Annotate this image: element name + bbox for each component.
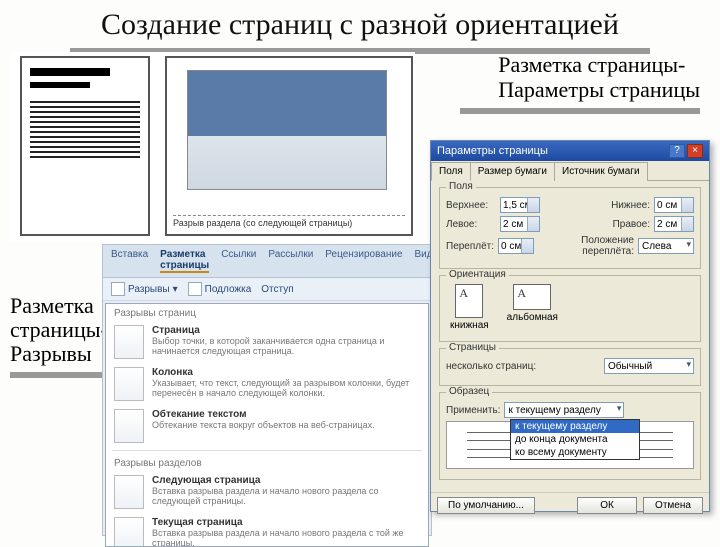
doc-image bbox=[187, 70, 387, 190]
right-input[interactable]: 2 см bbox=[654, 216, 694, 232]
menu-item-next-page[interactable]: Следующая страница Вставка разрыва разде… bbox=[106, 471, 428, 513]
subtitle-right: Разметка страницы-Параметры страницы bbox=[498, 52, 700, 103]
portrait-icon bbox=[455, 284, 483, 318]
tab-review[interactable]: Рецензирование bbox=[325, 249, 402, 273]
doc-page-landscape: Разрыв раздела (со следующей страницы) bbox=[165, 56, 413, 236]
left-input[interactable]: 2 см bbox=[500, 216, 540, 232]
orientation-landscape[interactable]: альбомная bbox=[507, 284, 558, 331]
multi-pages-combo[interactable]: Обычный bbox=[604, 358, 694, 374]
textwrap-icon bbox=[114, 409, 144, 443]
slide-title: Создание страниц с разной ориентацией bbox=[0, 0, 720, 46]
breaks-label: Разрывы bbox=[128, 284, 170, 295]
apply-option-all[interactable]: ко всему документу bbox=[511, 446, 639, 459]
tab-margins[interactable]: Поля bbox=[431, 162, 471, 181]
continuous-icon bbox=[114, 517, 144, 547]
breaks-icon bbox=[111, 282, 125, 296]
page-break-icon bbox=[114, 325, 144, 359]
orientation-fieldset: Ориентация книжная альбомная bbox=[439, 275, 701, 342]
orientation-portrait[interactable]: книжная bbox=[450, 284, 489, 331]
right-label: Правое: bbox=[596, 219, 650, 230]
menu-title: Следующая страница bbox=[152, 475, 420, 486]
indent-group: Отступ bbox=[261, 284, 293, 295]
preview-legend: Образец bbox=[446, 386, 492, 397]
ribbon: Вставка Разметка страницы Ссылки Рассылк… bbox=[102, 244, 432, 536]
ok-button[interactable]: ОК bbox=[577, 497, 637, 514]
gutter-label: Переплёт: bbox=[446, 241, 494, 252]
ribbon-row: Разрывы▾ Подложка Отступ bbox=[103, 278, 431, 301]
menu-item-page[interactable]: Страница Выбор точки, в которой заканчив… bbox=[106, 321, 428, 363]
gutter-pos-label: Положение переплёта: bbox=[538, 235, 634, 257]
apply-option-end[interactable]: до конца документа bbox=[511, 433, 639, 446]
column-break-icon bbox=[114, 367, 144, 401]
tab-source[interactable]: Источник бумаги bbox=[554, 162, 648, 181]
section-break-label: Разрыв раздела (со следующей страницы) bbox=[173, 215, 405, 228]
indent-label: Отступ bbox=[261, 284, 293, 295]
breaks-button[interactable]: Разрывы▾ bbox=[111, 282, 178, 296]
margins-fieldset: Поля Верхнее: 1,5 см Нижнее: 0 см Левое:… bbox=[439, 187, 701, 269]
gutter-pos-combo[interactable]: Слева bbox=[638, 238, 694, 254]
caption-left: Разметкастраницы-Разрывы bbox=[10, 294, 108, 367]
tab-insert[interactable]: Вставка bbox=[111, 249, 148, 273]
next-page-icon bbox=[114, 475, 144, 509]
orientation-legend: Ориентация bbox=[446, 269, 509, 280]
apply-dropdown-list: к текущему разделу до конца документа ко… bbox=[510, 419, 640, 460]
doc-preview: Разрыв раздела (со следующей страницы) bbox=[10, 52, 415, 242]
dialog-title: Параметры страницы bbox=[437, 145, 548, 157]
menu-item-column[interactable]: Колонка Указывает, что текст, следующий … bbox=[106, 363, 428, 405]
tab-references[interactable]: Ссылки bbox=[221, 249, 256, 273]
breaks-menu-section-sections: Разрывы разделов bbox=[106, 454, 428, 471]
cancel-button[interactable]: Отмена bbox=[643, 497, 703, 514]
breaks-menu: Разрывы страниц Страница Выбор точки, в … bbox=[105, 303, 429, 547]
tab-paper[interactable]: Размер бумаги bbox=[470, 162, 555, 181]
pages-legend: Страницы bbox=[446, 342, 499, 353]
menu-title: Обтекание текстом bbox=[152, 409, 375, 420]
gutter-input[interactable]: 0 см bbox=[498, 238, 534, 254]
dialog-titlebar: Параметры страницы ? × bbox=[431, 141, 709, 161]
tab-page-layout[interactable]: Разметка страницы bbox=[160, 249, 209, 273]
ribbon-tabs: Вставка Разметка страницы Ссылки Рассылк… bbox=[103, 245, 431, 278]
landscape-label: альбомная bbox=[507, 312, 558, 323]
breaks-menu-section-pages: Разрывы страниц bbox=[106, 304, 428, 321]
preview-fieldset: Образец Применить: к текущему разделу к … bbox=[439, 392, 701, 480]
landscape-icon bbox=[513, 284, 551, 310]
menu-desc: Указывает, что текст, следующий за разры… bbox=[152, 378, 420, 399]
menu-title: Страница bbox=[152, 325, 420, 336]
top-label: Верхнее: bbox=[446, 200, 496, 211]
menu-desc: Вставка разрыва раздела и начало нового … bbox=[152, 528, 420, 547]
watermark-button[interactable]: Подложка bbox=[188, 282, 252, 296]
watermark-label: Подложка bbox=[205, 284, 252, 295]
close-button[interactable]: × bbox=[687, 144, 703, 158]
left-label: Левое: bbox=[446, 219, 496, 230]
portrait-label: книжная bbox=[450, 320, 489, 331]
apply-option-current[interactable]: к текущему разделу bbox=[511, 420, 639, 433]
tab-mailings[interactable]: Рассылки bbox=[268, 249, 313, 273]
margins-legend: Поля bbox=[446, 181, 476, 192]
caption-underline bbox=[10, 372, 110, 378]
pages-fieldset: Страницы несколько страниц: Обычный bbox=[439, 348, 701, 386]
apply-combo[interactable]: к текущему разделу bbox=[504, 402, 624, 418]
menu-desc: Вставка разрыва раздела и начало нового … bbox=[152, 486, 420, 507]
subtitle-underline bbox=[460, 108, 700, 114]
menu-desc: Выбор точки, в которой заканчивается одн… bbox=[152, 336, 420, 357]
menu-title: Текущая страница bbox=[152, 517, 420, 528]
menu-item-continuous[interactable]: Текущая страница Вставка разрыва раздела… bbox=[106, 513, 428, 547]
bottom-input[interactable]: 0 см bbox=[654, 197, 694, 213]
menu-item-textwrap[interactable]: Обтекание текстом Обтекание текста вокру… bbox=[106, 405, 428, 447]
default-button[interactable]: По умолчанию... bbox=[437, 497, 535, 514]
page-setup-dialog: Параметры страницы ? × Поля Размер бумаг… bbox=[430, 140, 710, 512]
help-button[interactable]: ? bbox=[669, 144, 685, 158]
menu-title: Колонка bbox=[152, 367, 420, 378]
doc-page-portrait bbox=[20, 56, 150, 236]
multi-pages-label: несколько страниц: bbox=[446, 361, 536, 372]
bottom-label: Нижнее: bbox=[596, 200, 650, 211]
watermark-icon bbox=[188, 282, 202, 296]
dialog-tabs: Поля Размер бумаги Источник бумаги bbox=[431, 161, 709, 181]
menu-desc: Обтекание текста вокруг объектов на веб-… bbox=[152, 420, 375, 430]
apply-label: Применить: bbox=[446, 405, 500, 416]
top-input[interactable]: 1,5 см bbox=[500, 197, 540, 213]
